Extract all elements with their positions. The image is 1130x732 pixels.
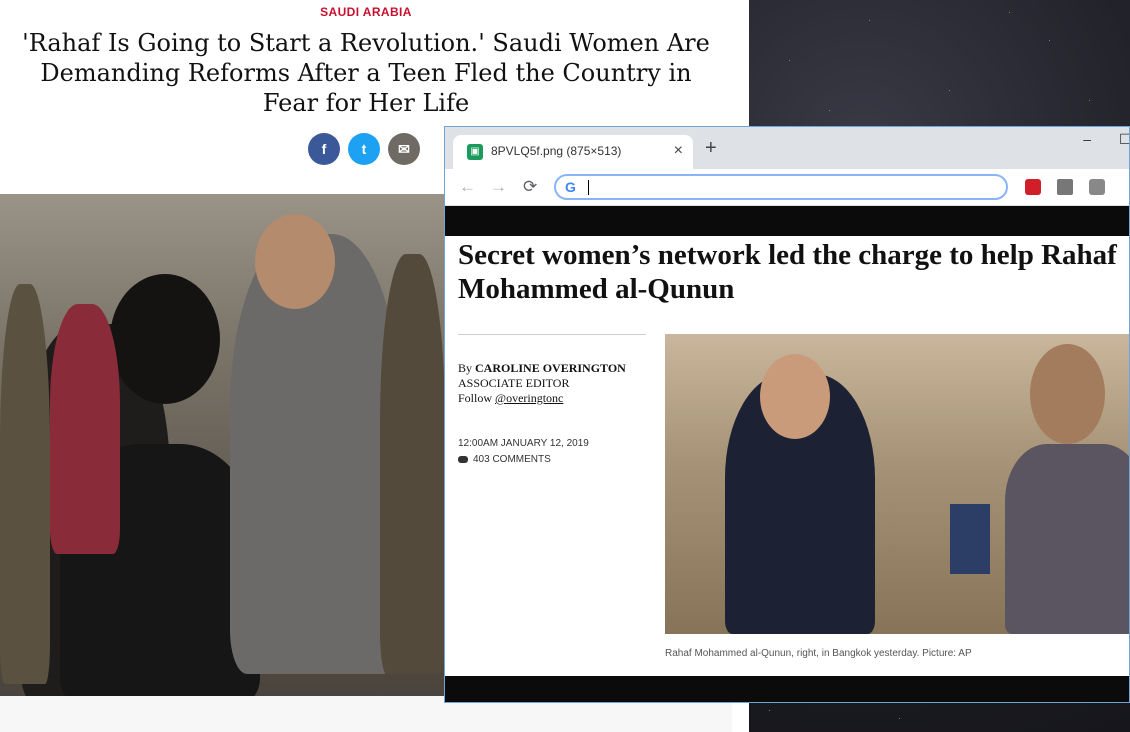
google-icon: G <box>565 179 576 195</box>
timestamp: 12:00AM JANUARY 12, 2019 <box>458 438 589 449</box>
section-kicker[interactable]: SAUDI ARABIA <box>0 5 732 19</box>
email-icon: ✉ <box>398 140 410 157</box>
forward-arrow-icon[interactable]: → <box>490 177 507 197</box>
maximize-button[interactable]: ☐ <box>1119 131 1129 148</box>
article-headline: 'Rahaf Is Going to Start a Revolution.' … <box>22 29 710 117</box>
tab-title: 8PVLQ5f.png (875×513) <box>491 144 622 158</box>
image-file-icon: ▣ <box>467 144 483 160</box>
tab-image[interactable]: ▣ 8PVLQ5f.png (875×513) × <box>453 135 693 169</box>
new-tab-button[interactable]: + <box>705 137 717 160</box>
by-label: By <box>458 361 473 375</box>
author-name: CAROLINE OVERINGTON <box>475 361 626 375</box>
follow-label: Follow <box>458 391 493 405</box>
divider <box>458 334 646 335</box>
photo-caption: Rahaf Mohammed al-Qunun, right, in Bangk… <box>665 648 972 659</box>
article-photo <box>0 194 445 696</box>
inner-article-photo <box>665 334 1129 634</box>
address-bar[interactable]: G <box>554 174 1008 200</box>
image-viewer-content: Secret women’s network led the charge to… <box>445 206 1129 702</box>
facebook-icon: f <box>321 141 327 157</box>
twitter-share-button[interactable]: t <box>348 133 380 165</box>
reload-icon[interactable]: ⟳ <box>523 177 537 197</box>
incognito-extension-icon[interactable] <box>1089 179 1105 195</box>
back-arrow-icon[interactable]: ← <box>459 177 476 197</box>
inner-article-title: Secret women’s network led the charge to… <box>458 239 1117 305</box>
bottom-black-bar <box>445 676 1129 702</box>
chat-bubble-icon <box>458 455 468 463</box>
browser-window: ▣ 8PVLQ5f.png (875×513) × + – ☐ ← → ⟳ G … <box>444 126 1130 703</box>
author-role: ASSOCIATE EDITOR <box>458 376 570 390</box>
twitter-icon: t <box>361 141 367 157</box>
browser-toolbar: ← → ⟳ G <box>445 169 1129 206</box>
camera-extension-icon[interactable] <box>1057 179 1073 195</box>
article-meta: 12:00AM JANUARY 12, 2019 403 COMMENTS <box>458 436 589 468</box>
comments-link[interactable]: 403 COMMENTS <box>458 452 589 468</box>
follow-handle-link[interactable]: @overingtonc <box>495 391 563 405</box>
top-black-bar <box>445 206 1129 236</box>
tab-strip: ▣ 8PVLQ5f.png (875×513) × + – ☐ <box>445 127 1129 169</box>
close-tab-icon[interactable]: × <box>674 142 683 160</box>
screen-recorder-extension-icon[interactable] <box>1025 179 1041 195</box>
facebook-share-button[interactable]: f <box>308 133 340 165</box>
email-share-button[interactable]: ✉ <box>388 133 420 165</box>
text-cursor <box>588 180 589 195</box>
comments-count: 403 COMMENTS <box>473 454 551 465</box>
minimize-button[interactable]: – <box>1083 131 1091 147</box>
byline: By CAROLINE OVERINGTON ASSOCIATE EDITOR … <box>458 361 626 406</box>
